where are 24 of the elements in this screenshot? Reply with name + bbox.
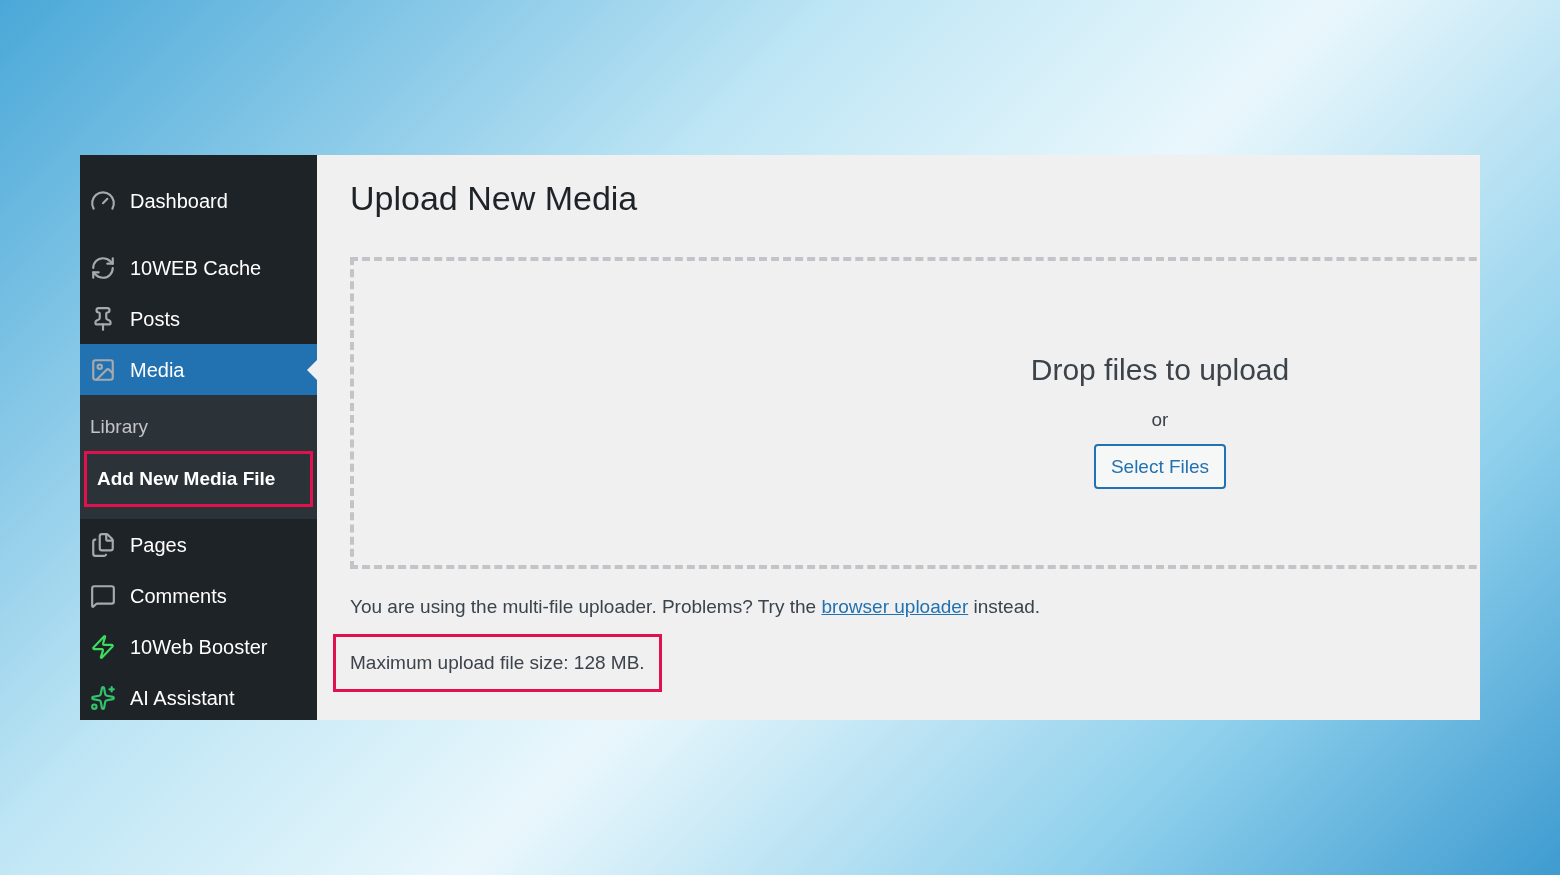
submenu-item[interactable]: Library: [80, 407, 317, 447]
speech-bubble-icon: [90, 582, 116, 609]
sidebar-item[interactable]: Dashboard: [80, 175, 317, 226]
submenu-item[interactable]: Add New Media File: [84, 451, 313, 507]
sidebar-item[interactable]: Posts: [80, 293, 317, 344]
sidebar-item[interactable]: 10WEB Cache: [80, 242, 317, 293]
select-files-button[interactable]: Select Files: [1093, 444, 1227, 490]
uploader-notice: You are using the multi-file uploader. Problems? Try the browser uploader instead.: [350, 595, 1042, 619]
sidebar-item[interactable]: Pages: [80, 519, 317, 570]
browser-uploader-link[interactable]: browser uploader: [821, 596, 969, 617]
drop-heading: Drop files to upload: [1030, 351, 1290, 388]
refresh-icon: [90, 254, 116, 281]
sidebar-item[interactable]: AI Assistant: [80, 672, 317, 720]
sidebar-item[interactable]: 10Web Booster: [80, 621, 317, 672]
sparkle-icon: [90, 684, 116, 711]
or-label: or: [1151, 407, 1169, 432]
lightning-icon: [90, 633, 116, 660]
sidebar-item[interactable]: Media: [80, 344, 317, 395]
media-icon: [90, 356, 116, 383]
current-pointer-icon: [307, 360, 317, 380]
page-title: Upload New Media: [350, 181, 639, 215]
max-upload-size-note: Maximum upload file size: 128 MB.: [333, 633, 662, 692]
pages-icon: [90, 531, 116, 558]
sidebar-item[interactable]: Comments: [80, 570, 317, 621]
